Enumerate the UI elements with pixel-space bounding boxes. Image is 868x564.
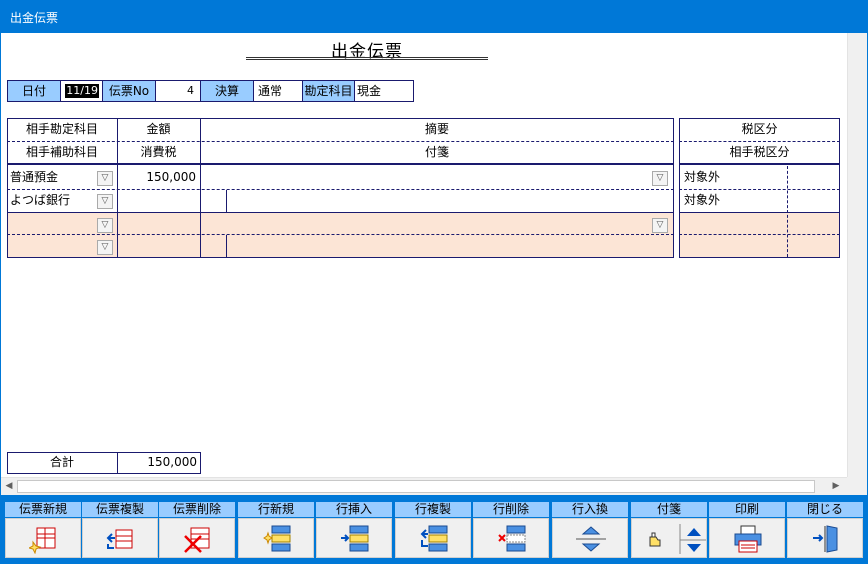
scroll-left-icon[interactable]: ◀ (2, 479, 16, 493)
delete-slip-icon (184, 527, 210, 553)
col-header-sticky-note: 付箋 (424, 145, 449, 159)
account-field[interactable]: 現金 (354, 80, 414, 102)
copy-row-button[interactable]: 行複製 (395, 502, 471, 558)
chevron-down-icon[interactable]: ▽ (97, 171, 113, 186)
button-label: 伝票新規 (5, 502, 81, 517)
row1-sub-account[interactable]: よつば銀行 (10, 189, 95, 211)
col-header-summary: 摘要 (424, 122, 449, 136)
swap-rows-icon (576, 526, 606, 552)
col-header-consumption-tax: 消費税 (140, 145, 177, 159)
col-header-amount: 金額 (146, 122, 171, 136)
date-label: 日付 (7, 80, 61, 102)
print-button[interactable]: 印刷 (709, 502, 785, 558)
horizontal-scrollbar[interactable]: ◀ ▶ (1, 477, 847, 495)
button-label: 伝票削除 (159, 502, 235, 517)
col-header-tax-category: 税区分 (741, 122, 778, 136)
col-header-counter-tax-category: 相手税区分 (729, 145, 790, 159)
copy-slip-button[interactable]: 伝票複製 (82, 502, 158, 558)
col-divider (226, 190, 227, 212)
header-bottom (7, 163, 674, 165)
col-header-counter-sub-account: 相手補助科目 (25, 145, 98, 159)
button-label: 印刷 (709, 502, 785, 517)
row1-tax-category[interactable]: 対象外 (684, 166, 784, 188)
chevron-down-icon[interactable]: ▽ (652, 218, 668, 233)
title-bar: 出金伝票 (0, 0, 868, 33)
button-label: 行複製 (395, 502, 471, 517)
chevron-down-icon[interactable]: ▽ (652, 171, 668, 186)
chevron-down-icon[interactable]: ▽ (97, 218, 113, 233)
scroll-thumb[interactable] (17, 480, 815, 493)
date-value: 11/19 (65, 84, 99, 98)
bottom-toolbar: 伝票新規 伝票複製 伝票削除 行新規 行挿入 行複製 行削除 行入換 付箋 印刷… (0, 495, 868, 564)
button-label: 伝票複製 (82, 502, 158, 517)
row1-account[interactable]: 普通預金 (10, 166, 95, 188)
row2-account[interactable] (10, 213, 95, 235)
row1-amount[interactable]: 150,000 (117, 166, 196, 188)
close-button[interactable]: 閉じる (787, 502, 863, 558)
new-row-icon (263, 525, 291, 552)
row2-summary[interactable] (203, 213, 643, 235)
total-label: 合計 (49, 455, 74, 469)
swap-rows-button[interactable]: 行入換 (552, 502, 628, 558)
date-field[interactable]: 11/19 (60, 80, 103, 102)
copy-row-icon (420, 525, 448, 552)
delete-row-button[interactable]: 行削除 (473, 502, 549, 558)
insert-row-button[interactable]: 行挿入 (316, 502, 392, 558)
account-label: 勘定科目 (302, 80, 355, 102)
row1-tax[interactable] (117, 189, 196, 211)
delete-row-icon (498, 525, 526, 552)
slip-form: 出金伝票 日付 11/19 伝票No 4 決算 通常 勘定科目 現金 相手勘定科… (1, 33, 867, 495)
button-label: 行新規 (238, 502, 314, 517)
chevron-down-icon[interactable]: ▽ (97, 240, 113, 255)
row2-note[interactable] (229, 235, 669, 257)
button-label: 付箋 (631, 502, 707, 517)
slip-no-label: 伝票No (102, 80, 156, 102)
row2-counter-tax-category[interactable] (684, 235, 784, 257)
scroll-right-icon[interactable]: ▶ (829, 479, 843, 493)
button-label: 閉じる (787, 502, 863, 517)
scroll-corner (847, 477, 867, 495)
row1-counter-tax-category[interactable]: 対象外 (684, 189, 784, 211)
row2-tax[interactable] (117, 235, 196, 257)
col-divider (226, 235, 227, 257)
insert-row-icon (341, 525, 369, 552)
header-bottom (679, 163, 840, 165)
new-row-button[interactable]: 行新規 (238, 502, 314, 558)
row2-tax-category[interactable] (684, 213, 784, 235)
delete-slip-button[interactable]: 伝票削除 (159, 502, 235, 558)
row2-amount[interactable] (117, 213, 196, 235)
new-slip-icon (29, 527, 56, 554)
sticky-note-button[interactable]: 付箋 (631, 502, 707, 558)
row1-summary[interactable] (203, 166, 643, 188)
row1-note[interactable] (229, 189, 669, 211)
button-label: 行削除 (473, 502, 549, 517)
title-underline (246, 57, 488, 58)
col-header-counter-account: 相手勘定科目 (25, 122, 98, 136)
printer-icon (734, 525, 762, 553)
chevron-down-icon[interactable]: ▽ (97, 194, 113, 209)
vertical-scrollbar[interactable] (847, 33, 867, 477)
copy-slip-icon (106, 529, 133, 549)
exit-door-icon (813, 525, 838, 553)
button-label: 行入換 (552, 502, 628, 517)
new-slip-button[interactable]: 伝票新規 (5, 502, 81, 558)
window-title: 出金伝票 (10, 11, 59, 25)
settlement-field[interactable]: 通常 (253, 80, 303, 102)
sticky-note-icon (649, 524, 706, 554)
title-underline-double (246, 59, 488, 60)
document-title: 出金伝票 (331, 42, 403, 62)
settlement-label: 決算 (200, 80, 254, 102)
slip-no-field[interactable]: 4 (155, 80, 201, 102)
total-value: 150,000 (147, 455, 197, 469)
button-label: 行挿入 (316, 502, 392, 517)
row2-sub-account[interactable] (10, 235, 95, 257)
